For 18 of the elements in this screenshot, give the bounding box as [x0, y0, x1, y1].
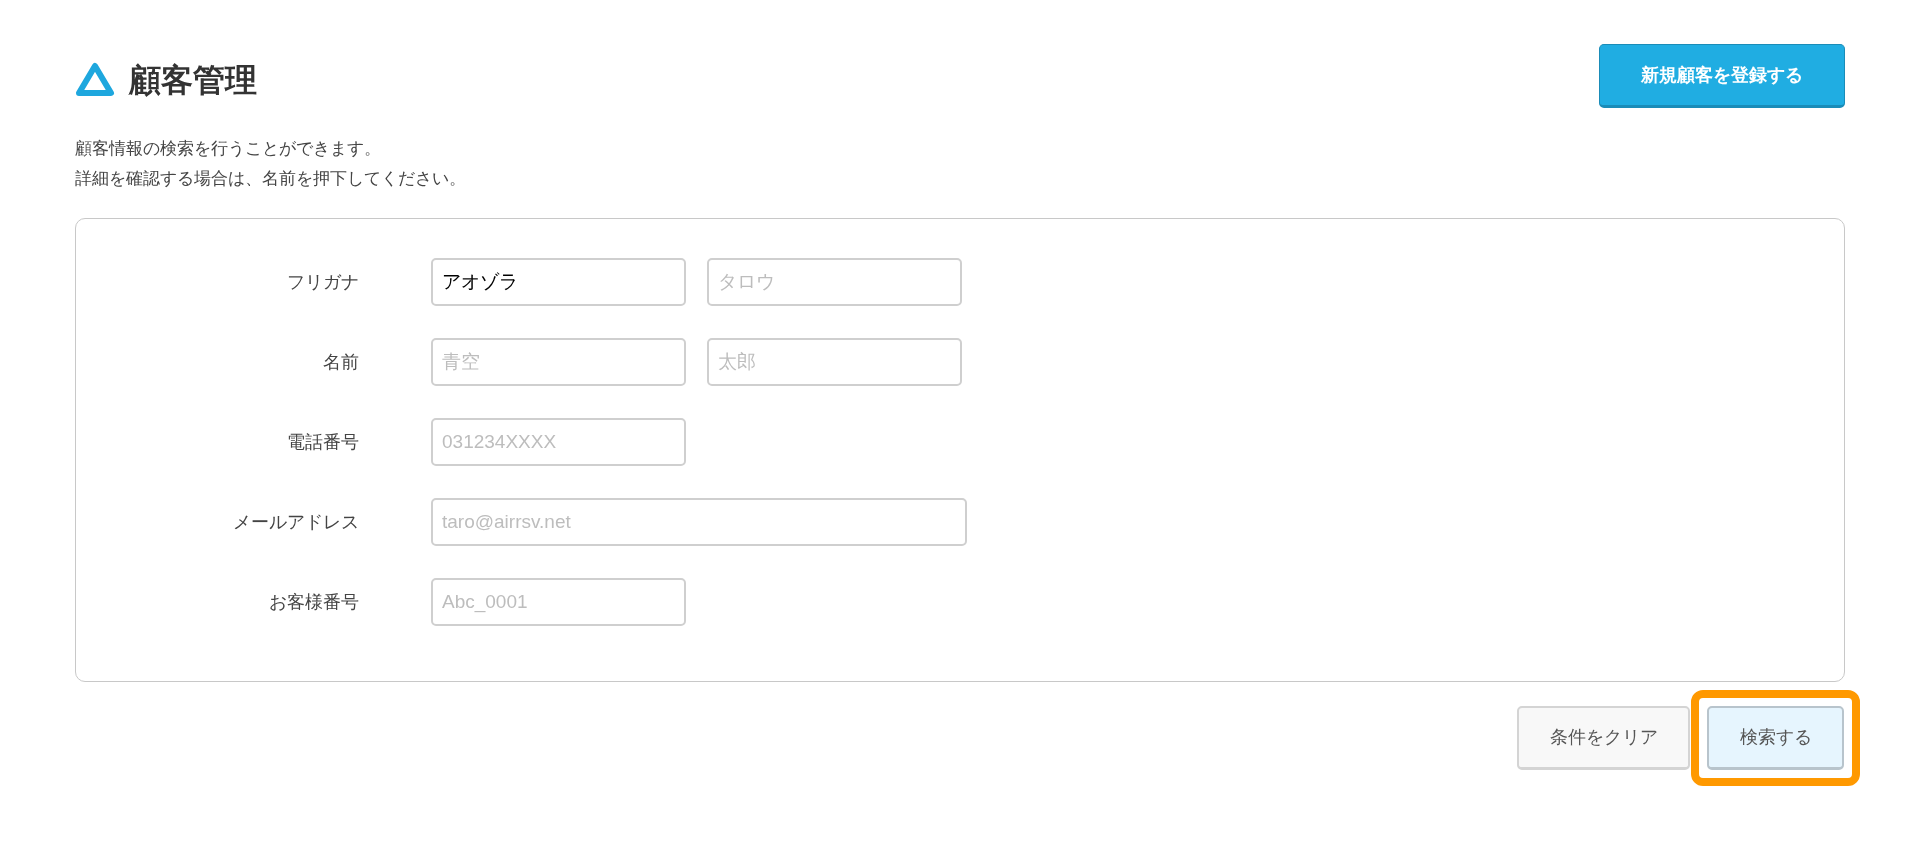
input-field[interactable]: Abc_0001	[431, 578, 686, 626]
input-field[interactable]: 031234XXXX	[431, 418, 686, 466]
page-title: 顧客管理	[129, 61, 257, 100]
input-field[interactable]: タロウ	[707, 258, 962, 306]
search-button[interactable]: 検索する	[1707, 706, 1844, 770]
field-label: メールアドレス	[232, 510, 359, 534]
field-label: フリガナ	[286, 270, 359, 294]
description-text: 詳細を確認する場合は、名前を押下してください。	[75, 168, 467, 190]
field-label: お客様番号	[268, 590, 359, 614]
triangle-logo-icon	[75, 61, 115, 99]
input-field[interactable]: 青空	[431, 338, 686, 386]
input-field[interactable]: 太郎	[707, 338, 962, 386]
description-text: 顧客情報の検索を行うことができます。	[75, 138, 382, 160]
clear-button[interactable]: 条件をクリア	[1517, 706, 1690, 770]
input-field[interactable]: taro@airrsv.net	[431, 498, 967, 546]
input-field[interactable]: アオゾラ	[431, 258, 686, 306]
field-label: 電話番号	[286, 430, 359, 454]
field-label: 名前	[322, 350, 359, 374]
